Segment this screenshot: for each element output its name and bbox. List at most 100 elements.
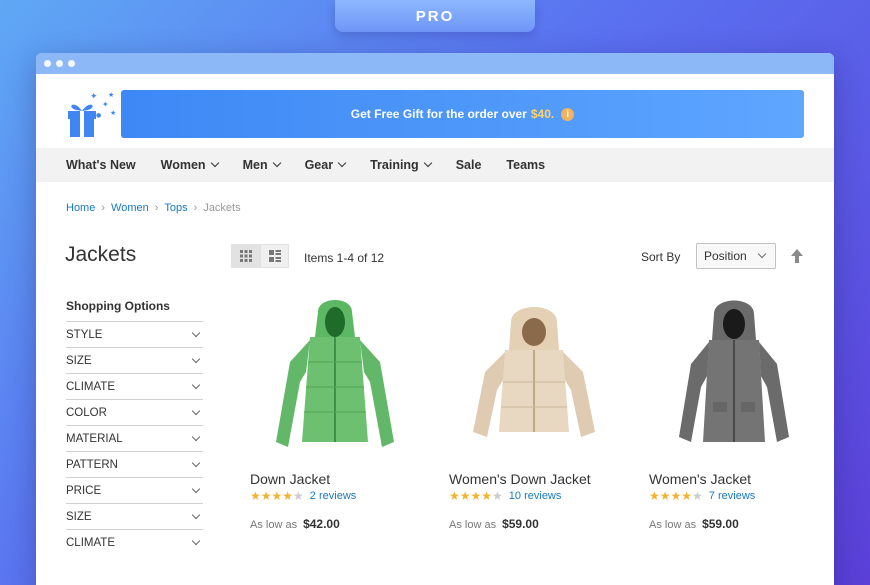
filter-label: PRICE bbox=[66, 484, 102, 497]
gift-box-icon[interactable]: ✦ ✦ ★ ● ★ bbox=[64, 89, 118, 139]
filter-size[interactable]: SIZE bbox=[66, 503, 203, 529]
nav-label: Training bbox=[370, 158, 419, 172]
pro-badge-label: PRO bbox=[415, 7, 455, 25]
filter-color[interactable]: COLOR bbox=[66, 399, 203, 425]
nav-label: Women bbox=[160, 158, 206, 172]
window-dot bbox=[68, 60, 75, 67]
nav-label: Teams bbox=[506, 158, 546, 172]
product-image[interactable] bbox=[649, 291, 819, 463]
view-mode-toggle bbox=[231, 244, 289, 268]
filter-label: STYLE bbox=[66, 328, 103, 341]
as-low-as-label: As low as bbox=[449, 519, 497, 531]
filter-climate[interactable]: CLIMATE bbox=[66, 373, 203, 399]
star-rating-icon: ★★★★★ bbox=[649, 489, 703, 503]
product-rating: ★★★★★ 7 reviews bbox=[649, 489, 819, 503]
product-rating: ★★★★★ 2 reviews bbox=[250, 489, 420, 503]
chevron-right-icon: › bbox=[101, 202, 106, 214]
product-name[interactable]: Women's Down Jacket bbox=[449, 471, 619, 487]
free-gift-banner[interactable]: Get Free Gift for the order over $40. i bbox=[121, 90, 804, 138]
star-rating-icon: ★★★★★ bbox=[449, 489, 503, 503]
sort-by-value: Position bbox=[704, 249, 747, 263]
filter-label: SIZE bbox=[66, 354, 92, 367]
page-title: Jackets bbox=[65, 243, 137, 266]
product-name[interactable]: Down Jacket bbox=[250, 471, 420, 487]
product-card: Women's Down Jacket ★★★★★ 10 reviews As … bbox=[449, 291, 619, 531]
svg-text:★: ★ bbox=[110, 109, 116, 117]
filter-label: CLIMATE bbox=[66, 536, 115, 549]
chevron-down-icon bbox=[191, 328, 201, 337]
nav-item-training[interactable]: Training bbox=[370, 158, 432, 172]
filter-label: CLIMATE bbox=[66, 380, 115, 393]
product-price: $59.00 bbox=[702, 517, 739, 531]
filter-price[interactable]: PRICE bbox=[66, 477, 203, 503]
nav-item-men[interactable]: Men bbox=[242, 158, 281, 172]
sort-by-select[interactable]: Position bbox=[696, 243, 776, 269]
product-image[interactable] bbox=[449, 291, 619, 463]
window-dot bbox=[56, 60, 63, 67]
product-image[interactable] bbox=[250, 291, 420, 463]
product-price: $59.00 bbox=[502, 517, 539, 531]
svg-text:✦: ✦ bbox=[102, 100, 109, 109]
list-view-icon[interactable] bbox=[260, 244, 289, 268]
product-price: $42.00 bbox=[303, 517, 340, 531]
shopping-options-title: Shopping Options bbox=[66, 299, 170, 313]
star-rating-icon: ★★★★★ bbox=[250, 489, 304, 503]
product-card: Down Jacket ★★★★★ 2 reviews As low as $4… bbox=[250, 291, 420, 531]
product-card: Women's Jacket ★★★★★ 7 reviews As low as… bbox=[649, 291, 819, 531]
nav-label: Men bbox=[242, 158, 268, 172]
filter-list: STYLE SIZE CLIMATE COLOR MATERIAL PATTER… bbox=[66, 321, 203, 555]
nav-item-whats-new[interactable]: What's New bbox=[66, 158, 136, 172]
jacket-image bbox=[679, 300, 789, 442]
breadcrumb-women[interactable]: Women bbox=[111, 202, 149, 214]
chevron-down-icon bbox=[191, 510, 201, 519]
svg-text:●: ● bbox=[96, 112, 101, 119]
chevron-down-icon bbox=[191, 406, 201, 415]
filter-label: COLOR bbox=[66, 406, 107, 419]
filter-pattern[interactable]: PATTERN bbox=[66, 451, 203, 477]
chevron-down-icon bbox=[757, 249, 767, 259]
as-low-as-label: As low as bbox=[649, 519, 697, 531]
chevron-down-icon bbox=[272, 158, 281, 168]
nav-item-women[interactable]: Women bbox=[160, 158, 219, 172]
product-name[interactable]: Women's Jacket bbox=[649, 471, 819, 487]
arrow-up-icon[interactable] bbox=[790, 247, 804, 265]
window-titlebar bbox=[36, 53, 834, 74]
svg-text:✦: ✦ bbox=[90, 92, 98, 102]
reviews-link[interactable]: 10 reviews bbox=[509, 490, 562, 502]
price-row: As low as $59.00 bbox=[449, 517, 619, 531]
grid-view-icon[interactable] bbox=[231, 244, 260, 268]
chevron-down-icon bbox=[191, 354, 201, 363]
breadcrumb-current: Jackets bbox=[203, 202, 241, 214]
filter-style[interactable]: STYLE bbox=[66, 321, 203, 347]
chevron-down-icon bbox=[191, 380, 201, 389]
nav-item-gear[interactable]: Gear bbox=[304, 158, 347, 172]
window-dot bbox=[44, 60, 51, 67]
breadcrumb: Home › Women › Tops › Jackets bbox=[66, 202, 241, 214]
info-icon[interactable]: i bbox=[561, 107, 575, 121]
chevron-down-icon bbox=[423, 158, 432, 168]
breadcrumb-tops[interactable]: Tops bbox=[164, 202, 187, 214]
filter-label: PATTERN bbox=[66, 458, 118, 471]
filter-material[interactable]: MATERIAL bbox=[66, 425, 203, 451]
jacket-image bbox=[473, 307, 595, 437]
filter-size[interactable]: SIZE bbox=[66, 347, 203, 373]
chevron-right-icon: › bbox=[154, 202, 159, 214]
price-row: As low as $59.00 bbox=[649, 517, 819, 531]
chevron-down-icon bbox=[210, 158, 219, 168]
nav-label: Gear bbox=[304, 158, 334, 172]
store-header: ✦ ✦ ★ ● ★ Get Free Gift for the order ov… bbox=[36, 74, 834, 148]
nav-item-sale[interactable]: Sale bbox=[456, 158, 482, 172]
nav-label: What's New bbox=[66, 158, 136, 172]
chevron-down-icon bbox=[191, 484, 201, 493]
promo-amount: $40. bbox=[530, 107, 555, 121]
breadcrumb-home[interactable]: Home bbox=[66, 202, 95, 214]
nav-item-teams[interactable]: Teams bbox=[506, 158, 545, 172]
chevron-down-icon bbox=[191, 458, 201, 467]
sort-by-label: Sort By bbox=[641, 250, 681, 264]
promo-text: Get Free Gift for the order over bbox=[350, 107, 527, 121]
main-nav: What's New Women Men Gear Training Sale … bbox=[36, 148, 834, 182]
reviews-link[interactable]: 7 reviews bbox=[709, 490, 755, 502]
price-row: As low as $42.00 bbox=[250, 517, 420, 531]
reviews-link[interactable]: 2 reviews bbox=[310, 490, 356, 502]
filter-climate[interactable]: CLIMATE bbox=[66, 529, 203, 555]
